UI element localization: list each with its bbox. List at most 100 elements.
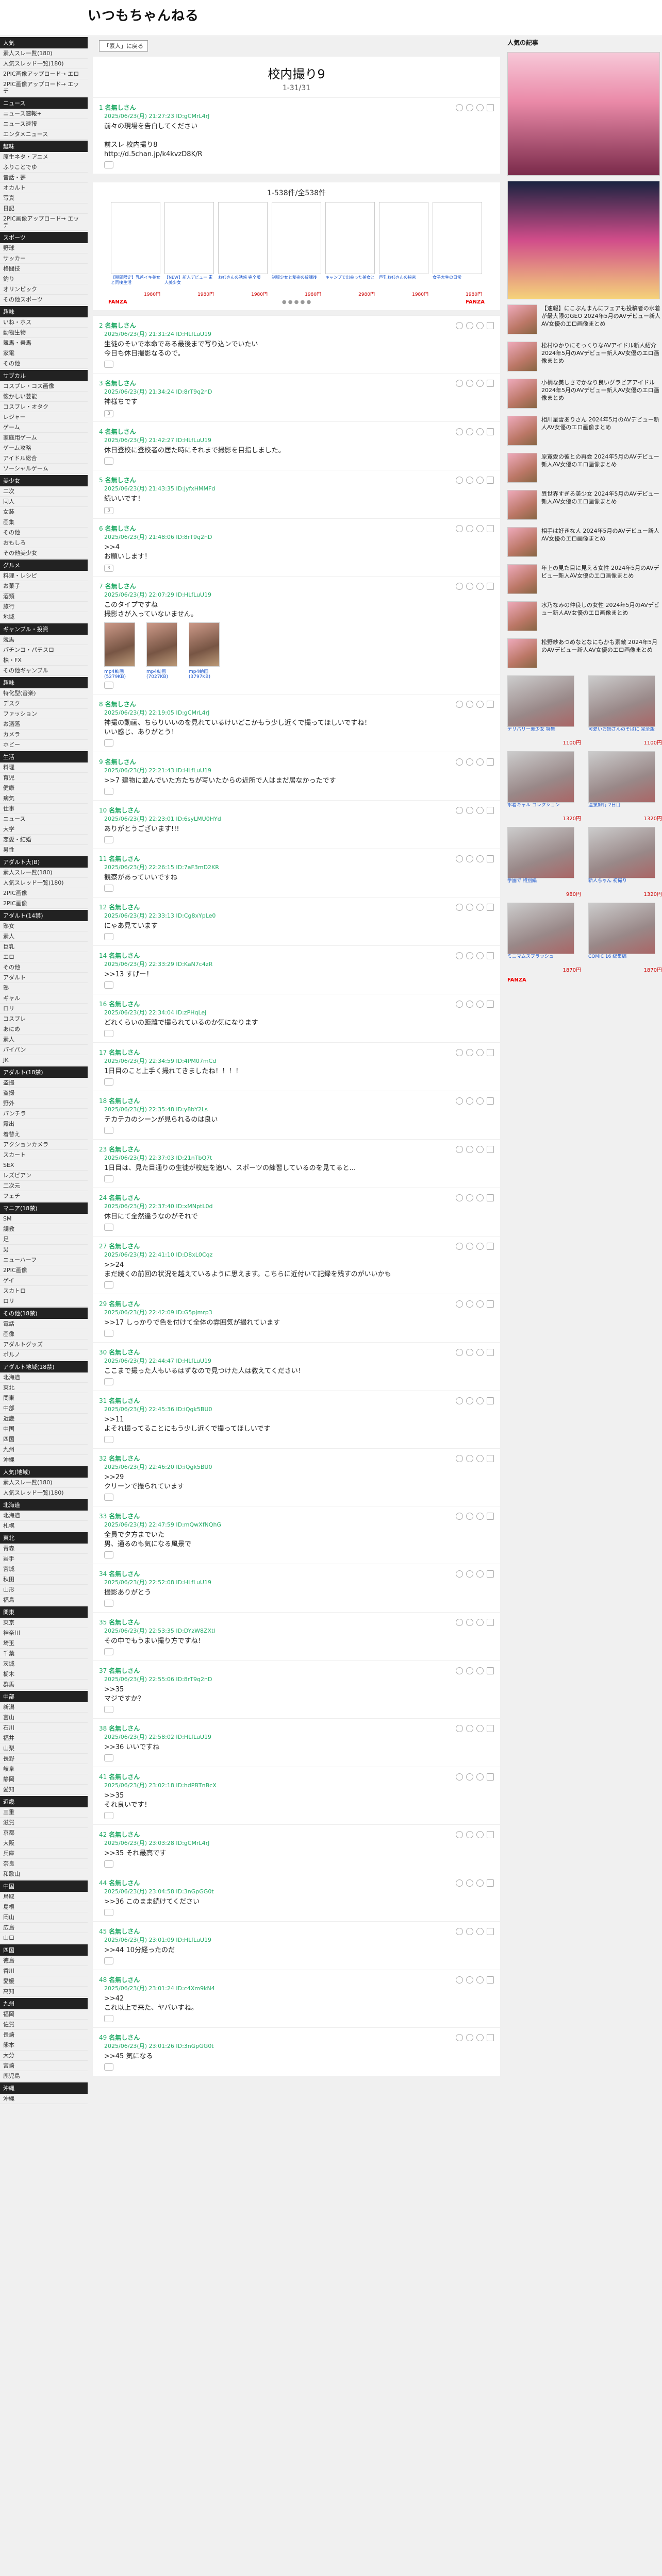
sidebar-item[interactable]: 石川 — [0, 1723, 88, 1733]
share-icon[interactable] — [476, 1773, 484, 1781]
sidebar-item[interactable]: ホビー — [0, 740, 88, 750]
post-number[interactable]: 34 — [99, 1570, 107, 1578]
sidebar-item[interactable]: 育児 — [0, 773, 88, 783]
grid-ad-image[interactable] — [507, 903, 574, 954]
reply-icon[interactable] — [456, 701, 463, 708]
sidebar-item[interactable]: デスク — [0, 699, 88, 709]
sidebar-item[interactable]: 北海道 — [0, 1372, 88, 1383]
sidebar-item[interactable]: ニューハーフ — [0, 1255, 88, 1265]
post-number[interactable]: 45 — [99, 1928, 107, 1935]
sidebar-item[interactable]: いね・ホス — [0, 317, 88, 328]
grid-ad-title[interactable]: COMIC 16 総集編 — [588, 954, 662, 965]
sidebar-item[interactable]: 香川 — [0, 1966, 88, 1976]
like-count[interactable] — [104, 933, 113, 940]
sidebar-item[interactable]: レズビアン — [0, 1171, 88, 1181]
ad-title[interactable]: 女子大生の日常 — [433, 275, 482, 291]
share-icon[interactable] — [476, 525, 484, 532]
sidebar-item[interactable]: 病気 — [0, 793, 88, 804]
sidebar-item[interactable]: 札幌 — [0, 1521, 88, 1531]
grid-ad-item[interactable]: デリバリー美少女 特集 1100円 — [507, 675, 581, 746]
sidebar-item[interactable]: サッカー — [0, 253, 88, 264]
grid-ad-title[interactable]: 水着ギャル コレクション — [507, 803, 581, 814]
sidebar-item[interactable]: その他 — [0, 528, 88, 538]
report-icon[interactable] — [487, 1146, 494, 1153]
sidebar-item[interactable]: 長野 — [0, 1754, 88, 1764]
sidebar-item[interactable]: 2PIC画像 — [0, 888, 88, 899]
like-count[interactable] — [104, 1175, 113, 1182]
reply-icon[interactable] — [456, 1831, 463, 1838]
sidebar-item[interactable]: 地域 — [0, 612, 88, 622]
sidebar-item[interactable]: コスプレ・コス画像 — [0, 381, 88, 392]
grid-ad-image[interactable] — [588, 903, 655, 954]
ranking-thumbnail[interactable] — [507, 453, 537, 483]
ad-title[interactable]: 【期間限定】乳首イキ美女と同棲生活 — [111, 275, 160, 291]
like-count[interactable] — [104, 1127, 113, 1134]
ad-item[interactable]: 制服少女と秘密の放課後 1980円 — [272, 202, 321, 297]
sidebar-item[interactable]: 山梨 — [0, 1743, 88, 1754]
sidebar-item[interactable]: 京都 — [0, 1828, 88, 1838]
report-icon[interactable] — [487, 104, 494, 111]
sidebar-item[interactable]: 男性 — [0, 845, 88, 855]
report-icon[interactable] — [487, 1349, 494, 1356]
ad-item[interactable]: キャンプで出会った美女と 2980円 — [325, 202, 375, 297]
sidebar-item[interactable]: 中部 — [0, 1403, 88, 1414]
grid-ad-image[interactable] — [507, 751, 574, 803]
share-icon[interactable] — [476, 104, 484, 111]
reply-icon[interactable] — [456, 1667, 463, 1674]
ranking-item[interactable]: 松野紗あつめなとなにもかも素敵 2024年5月のAVデビュー新人AV女優のエロ画… — [507, 638, 662, 668]
sidebar-item[interactable]: コスプレ・オタク — [0, 402, 88, 412]
quote-icon[interactable] — [466, 1513, 473, 1520]
reply-icon[interactable] — [456, 1194, 463, 1201]
share-icon[interactable] — [476, 1619, 484, 1626]
sidebar-item[interactable]: 2PIC画像 — [0, 1265, 88, 1276]
quote-icon[interactable] — [466, 1194, 473, 1201]
share-icon[interactable] — [476, 758, 484, 766]
sidebar-item[interactable]: 素人 — [0, 1035, 88, 1045]
sidebar-item[interactable]: その他 — [0, 962, 88, 973]
share-icon[interactable] — [476, 1243, 484, 1250]
ranking-title[interactable]: 年上の見た目に見える女性 2024年5月のAVデビュー新人AV女優のエロ画像まと… — [541, 564, 662, 594]
post-number[interactable]: 23 — [99, 1146, 107, 1153]
ranking-thumbnail[interactable] — [507, 304, 537, 334]
share-icon[interactable] — [476, 1349, 484, 1356]
back-button[interactable]: 「素人」に戻る — [99, 40, 148, 52]
post-number[interactable]: 37 — [99, 1667, 107, 1674]
sidebar-item[interactable]: 青森 — [0, 1544, 88, 1554]
like-count[interactable] — [104, 788, 113, 795]
like-count[interactable]: 3 — [104, 410, 113, 417]
report-icon[interactable] — [487, 807, 494, 814]
quote-icon[interactable] — [466, 952, 473, 959]
sidebar-item[interactable]: カメラ — [0, 730, 88, 740]
sidebar-item[interactable]: 人気スレッド一覧(180) — [0, 59, 88, 69]
sidebar-item[interactable]: 愛知 — [0, 1785, 88, 1795]
reply-icon[interactable] — [456, 1097, 463, 1105]
post-number[interactable]: 10 — [99, 807, 107, 814]
ranking-title[interactable]: 小柄な美しさでかなり良いグラビアアイドル 2024年5月のAVデビュー新人AV女… — [541, 379, 662, 409]
like-count[interactable] — [104, 161, 113, 168]
ranking-thumbnail[interactable] — [507, 379, 537, 409]
quote-icon[interactable] — [466, 2034, 473, 2041]
quote-icon[interactable] — [466, 104, 473, 111]
post-number[interactable]: 16 — [99, 1001, 107, 1008]
sidebar-item[interactable]: パチンコ・パチスロ — [0, 645, 88, 655]
sidebar-item[interactable]: 熊本 — [0, 2040, 88, 2050]
ad-item[interactable]: お姉さんの誘惑 完全版 1980円 — [218, 202, 268, 297]
report-icon[interactable] — [487, 428, 494, 435]
sidebar-item[interactable]: 茨城 — [0, 1659, 88, 1669]
report-icon[interactable] — [487, 904, 494, 911]
sidebar-item[interactable]: エロ — [0, 952, 88, 962]
grid-ad-item[interactable]: 可愛いお姉さんのそばに 完全版 1100円 — [588, 675, 662, 746]
share-icon[interactable] — [476, 322, 484, 329]
sidebar-item[interactable]: 熟女 — [0, 921, 88, 931]
ranking-item[interactable]: 相川星雪ありさん 2024年5月のAVデビュー新人AV女優のエロ画像まとめ — [507, 416, 662, 446]
sidebar-item[interactable]: 露出 — [0, 1119, 88, 1129]
fanza-logo-sidebar[interactable]: FANZA — [507, 977, 662, 983]
sidebar-item[interactable]: パンチラ — [0, 1109, 88, 1119]
promo-banner-goods[interactable] — [507, 52, 660, 176]
grid-ad-image[interactable] — [507, 675, 574, 727]
thumbnail-caption[interactable]: mp4動画(7027KB) — [146, 668, 177, 680]
share-icon[interactable] — [476, 477, 484, 484]
sidebar-item[interactable]: 滋賀 — [0, 1818, 88, 1828]
quote-icon[interactable] — [466, 1097, 473, 1105]
ad-title[interactable]: 制服少女と秘密の放課後 — [272, 275, 321, 291]
